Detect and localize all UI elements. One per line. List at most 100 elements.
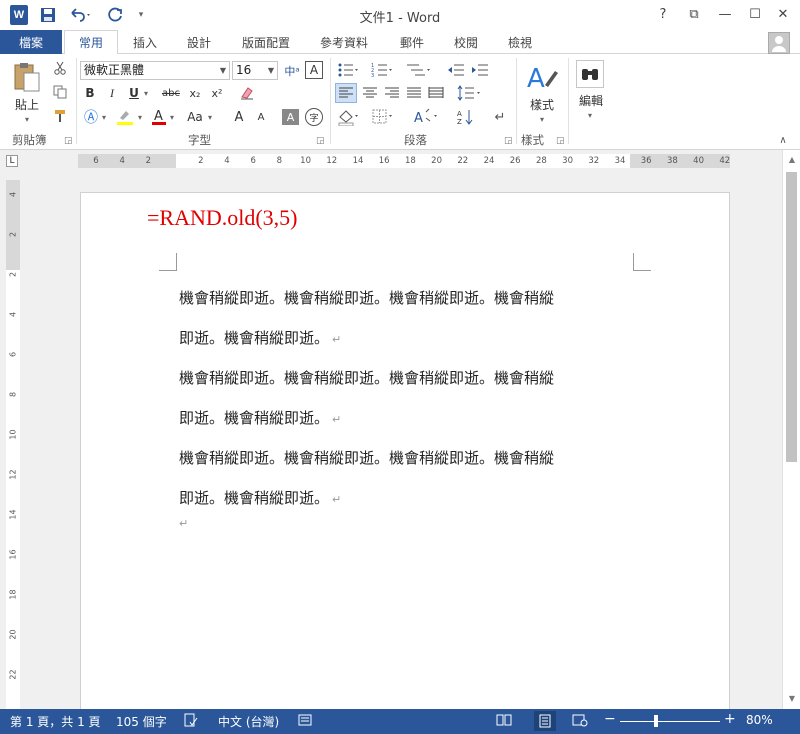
styles-icon[interactable]: A — [524, 60, 560, 96]
zoom-out-icon[interactable]: − — [604, 711, 616, 727]
highlight-color-icon[interactable] — [114, 108, 136, 126]
read-mode-icon[interactable] — [496, 713, 512, 730]
tab-design[interactable]: 設計 — [176, 30, 222, 54]
chevron-down-icon[interactable]: ▼ — [268, 62, 274, 79]
subscript-button[interactable]: x₂ — [186, 84, 204, 102]
macro-recording-icon[interactable] — [298, 713, 312, 730]
tab-home[interactable]: 常用 — [64, 30, 118, 55]
ribbon-display-options-button[interactable]: ⧉ — [683, 4, 705, 24]
minimize-button[interactable]: — — [714, 4, 736, 24]
phonetic-guide-icon[interactable]: 中ᵃ — [282, 61, 302, 80]
italic-button[interactable]: I — [104, 84, 120, 102]
word-count-status[interactable]: 105 個字 — [116, 713, 167, 730]
chevron-down-icon[interactable]: ▾ — [168, 108, 176, 126]
text-effects-icon[interactable]: Ⓐ — [82, 108, 100, 126]
font-name-combo[interactable]: 微軟正黑體 ▼ — [80, 61, 230, 80]
shading-icon[interactable] — [336, 107, 362, 127]
grow-font-button[interactable]: A — [230, 108, 248, 126]
scroll-up-icon[interactable]: ▲ — [783, 152, 800, 168]
superscript-button[interactable]: x² — [208, 84, 226, 102]
styles-launcher-icon[interactable]: ◲ — [556, 136, 565, 146]
paste-button-label[interactable]: 貼上 — [12, 96, 42, 112]
show-formatting-marks-icon[interactable]: ↵ — [490, 107, 510, 127]
underline-dropdown-icon[interactable]: ▾ — [141, 84, 151, 102]
format-painter-icon[interactable] — [52, 108, 68, 124]
font-color-icon[interactable]: A — [150, 108, 168, 126]
tab-selector-icon[interactable]: L — [6, 155, 18, 167]
find-binoculars-icon[interactable] — [576, 60, 604, 88]
asian-layout-icon[interactable]: A — [412, 107, 442, 127]
tab-mailings[interactable]: 郵件 — [390, 30, 434, 54]
copy-icon[interactable] — [52, 84, 68, 100]
clear-formatting-icon[interactable] — [238, 84, 256, 102]
paste-icon[interactable] — [10, 60, 44, 94]
vertical-ruler[interactable]: 4 2 2 4 6 8 10 12 14 16 18 20 22 — [6, 180, 20, 709]
change-case-button[interactable]: Aa — [184, 108, 206, 126]
align-right-button[interactable] — [382, 84, 402, 102]
user-avatar[interactable] — [768, 32, 790, 54]
sort-icon[interactable]: AZ — [456, 107, 476, 127]
chevron-down-icon[interactable]: ▼ — [220, 62, 226, 79]
underline-button[interactable]: U — [126, 84, 142, 102]
tab-references[interactable]: 參考資料 — [310, 30, 378, 54]
align-left-button[interactable] — [335, 83, 357, 103]
horizontal-ruler[interactable]: 6 4 2 2 4 6 8 10 12 14 16 18 20 22 24 26 28 30 32 34 36 38 40 4… — [78, 154, 730, 168]
tab-layout[interactable]: 版面配置 — [232, 30, 300, 54]
line-spacing-icon[interactable] — [456, 84, 484, 102]
align-center-button[interactable] — [360, 84, 380, 102]
zoom-level-status[interactable]: 80% — [746, 713, 773, 727]
paste-dropdown-icon[interactable]: ▾ — [20, 114, 34, 124]
proofing-icon[interactable] — [184, 713, 198, 730]
chevron-down-icon[interactable]: ▾ — [100, 108, 108, 126]
scroll-down-icon[interactable]: ▼ — [783, 691, 800, 707]
clipboard-launcher-icon[interactable]: ◲ — [64, 136, 73, 146]
strikethrough-button[interactable]: abc — [158, 84, 184, 102]
formula-text[interactable]: =RAND.old(3,5) — [147, 205, 298, 231]
tab-view[interactable]: 檢視 — [498, 30, 542, 54]
cut-icon[interactable] — [52, 60, 68, 76]
paragraph[interactable]: 機會稍縱即逝。機會稍縱即逝。機會稍縱即逝。機會稍縱 即逝。機會稍縱即逝。 ↵ — [179, 359, 619, 439]
paragraph[interactable]: 機會稍縱即逝。機會稍縱即逝。機會稍縱即逝。機會稍縱 即逝。機會稍縱即逝。 ↵ — [179, 279, 619, 359]
tab-review[interactable]: 校閱 — [444, 30, 488, 54]
bullets-icon[interactable] — [336, 61, 360, 79]
paragraph-launcher-icon[interactable]: ◲ — [504, 136, 513, 146]
font-size-combo[interactable]: 16 ▼ — [232, 61, 278, 80]
paragraph[interactable]: 機會稍縱即逝。機會稍縱即逝。機會稍縱即逝。機會稍縱 即逝。機會稍縱即逝。 ↵ — [179, 439, 619, 519]
tab-file[interactable]: 檔案 — [0, 30, 62, 54]
maximize-button[interactable]: ☐ — [744, 4, 766, 24]
chevron-down-icon[interactable]: ▾ — [206, 108, 214, 126]
numbering-icon[interactable]: 123 — [370, 61, 394, 79]
chevron-down-icon[interactable]: ▾ — [584, 110, 596, 120]
document-body[interactable]: 機會稍縱即逝。機會稍縱即逝。機會稍縱即逝。機會稍縱 即逝。機會稍縱即逝。 ↵ 機會稍… — [179, 279, 619, 519]
justify-button[interactable] — [404, 84, 424, 102]
zoom-slider-track[interactable] — [620, 721, 720, 722]
tab-insert[interactable]: 插入 — [122, 30, 168, 54]
vertical-scrollbar[interactable]: ▲ ▼ — [782, 150, 800, 709]
styles-button-label[interactable]: 樣式 — [522, 96, 562, 112]
distributed-button[interactable] — [426, 84, 446, 102]
multilevel-list-icon[interactable] — [404, 61, 432, 79]
close-button[interactable]: ✕ — [772, 4, 794, 24]
collapse-ribbon-icon[interactable]: ∧ — [776, 134, 790, 146]
print-layout-icon[interactable] — [534, 711, 556, 731]
borders-icon[interactable] — [370, 107, 396, 127]
shrink-font-button[interactable]: A — [252, 108, 270, 126]
scrollbar-thumb[interactable] — [786, 172, 797, 462]
language-status[interactable]: 中文 (台灣) — [218, 713, 279, 730]
chevron-down-icon[interactable]: ▾ — [536, 114, 548, 124]
zoom-slider-thumb[interactable] — [654, 715, 658, 727]
decrease-indent-icon[interactable] — [446, 61, 466, 79]
bold-button[interactable]: B — [82, 84, 98, 102]
increase-indent-icon[interactable] — [470, 61, 490, 79]
help-button[interactable]: ? — [652, 4, 674, 24]
character-border-icon[interactable]: A — [305, 61, 323, 79]
editing-button-label[interactable]: 編輯 — [572, 92, 610, 108]
zoom-in-icon[interactable]: + — [724, 711, 736, 727]
page-count-status[interactable]: 第 1 頁，共 1 頁 — [10, 713, 101, 730]
font-launcher-icon[interactable]: ◲ — [316, 136, 325, 146]
web-layout-icon[interactable] — [572, 713, 588, 730]
character-shading-icon[interactable]: A — [282, 109, 299, 125]
enclose-characters-icon[interactable]: 字 — [305, 108, 323, 126]
document-page[interactable]: =RAND.old(3,5) 機會稍縱即逝。機會稍縱即逝。機會稍縱即逝。機會稍縱… — [80, 192, 730, 709]
chevron-down-icon[interactable]: ▾ — [136, 108, 144, 126]
